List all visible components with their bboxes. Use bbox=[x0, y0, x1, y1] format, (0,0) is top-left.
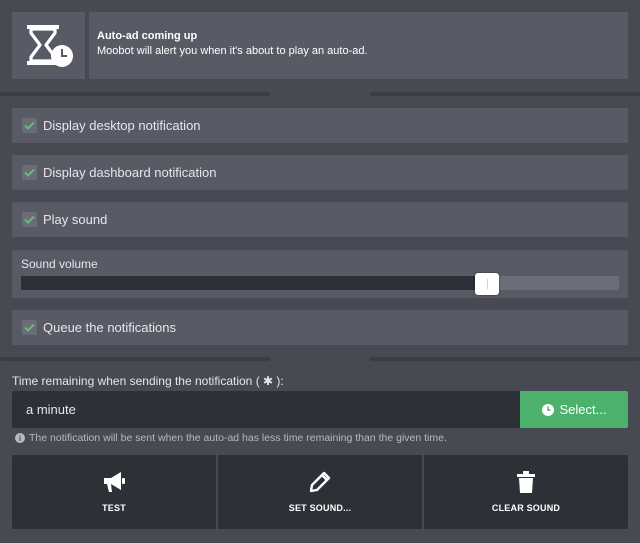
option-label: Display dashboard notification bbox=[43, 165, 217, 180]
divider bbox=[370, 357, 640, 361]
header-title: Auto-ad coming up bbox=[97, 30, 198, 42]
option-queue-notifications[interactable]: Queue the notifications bbox=[12, 310, 628, 345]
header-text-box: Auto-ad coming up Moobot will alert you … bbox=[89, 12, 628, 79]
check-icon bbox=[24, 323, 35, 332]
sound-actions-panel: TEST SET SOUND... CLEAR SOUND bbox=[12, 455, 628, 529]
test-button[interactable]: TEST bbox=[12, 455, 218, 529]
check-icon bbox=[24, 215, 35, 224]
info-icon: i bbox=[15, 433, 25, 443]
clear-sound-button[interactable]: CLEAR SOUND bbox=[424, 455, 628, 529]
set-sound-button[interactable]: SET SOUND... bbox=[218, 455, 424, 529]
divider bbox=[0, 357, 270, 361]
select-time-label: Select... bbox=[559, 402, 607, 417]
volume-slider-fill bbox=[21, 276, 488, 290]
option-label: Display desktop notification bbox=[43, 118, 201, 133]
megaphone-icon bbox=[104, 472, 125, 492]
check-icon bbox=[24, 121, 35, 130]
volume-slider-track[interactable] bbox=[21, 273, 619, 295]
time-remaining-input[interactable] bbox=[12, 391, 520, 428]
divider bbox=[0, 92, 270, 96]
hourglass-clock-icon bbox=[26, 24, 73, 67]
checkbox-dashboard-notification[interactable] bbox=[22, 165, 37, 180]
set-sound-label: SET SOUND... bbox=[288, 503, 352, 513]
check-icon bbox=[24, 168, 35, 177]
clear-sound-label: CLEAR SOUND bbox=[491, 503, 561, 513]
test-label: TEST bbox=[102, 503, 126, 513]
sound-volume-label: Sound volume bbox=[21, 257, 98, 271]
checkbox-desktop-notification[interactable] bbox=[22, 118, 37, 133]
header-icon-box bbox=[12, 12, 85, 79]
select-time-button[interactable]: Select... bbox=[520, 391, 628, 428]
sound-volume-control: Sound volume bbox=[12, 250, 628, 298]
trash-icon bbox=[517, 471, 535, 493]
time-remaining-label: Time remaining when sending the notifica… bbox=[12, 374, 284, 388]
option-play-sound[interactable]: Play sound bbox=[12, 202, 628, 237]
header-description: Moobot will alert you when it's about to… bbox=[97, 45, 368, 57]
option-label: Play sound bbox=[43, 212, 108, 227]
time-hint-text: The notification will be sent when the a… bbox=[29, 432, 447, 444]
clock-icon bbox=[541, 403, 554, 416]
pencil-icon bbox=[309, 471, 331, 493]
option-dashboard-notification[interactable]: Display dashboard notification bbox=[12, 155, 628, 190]
divider bbox=[370, 92, 640, 96]
checkbox-queue-notifications[interactable] bbox=[22, 320, 37, 335]
time-hint: i The notification will be sent when the… bbox=[15, 432, 447, 444]
option-label: Queue the notifications bbox=[43, 320, 176, 335]
auto-ad-header: Auto-ad coming up Moobot will alert you … bbox=[12, 12, 628, 79]
option-desktop-notification[interactable]: Display desktop notification bbox=[12, 108, 628, 143]
volume-slider-thumb[interactable] bbox=[475, 273, 500, 295]
checkbox-play-sound[interactable] bbox=[22, 212, 37, 227]
